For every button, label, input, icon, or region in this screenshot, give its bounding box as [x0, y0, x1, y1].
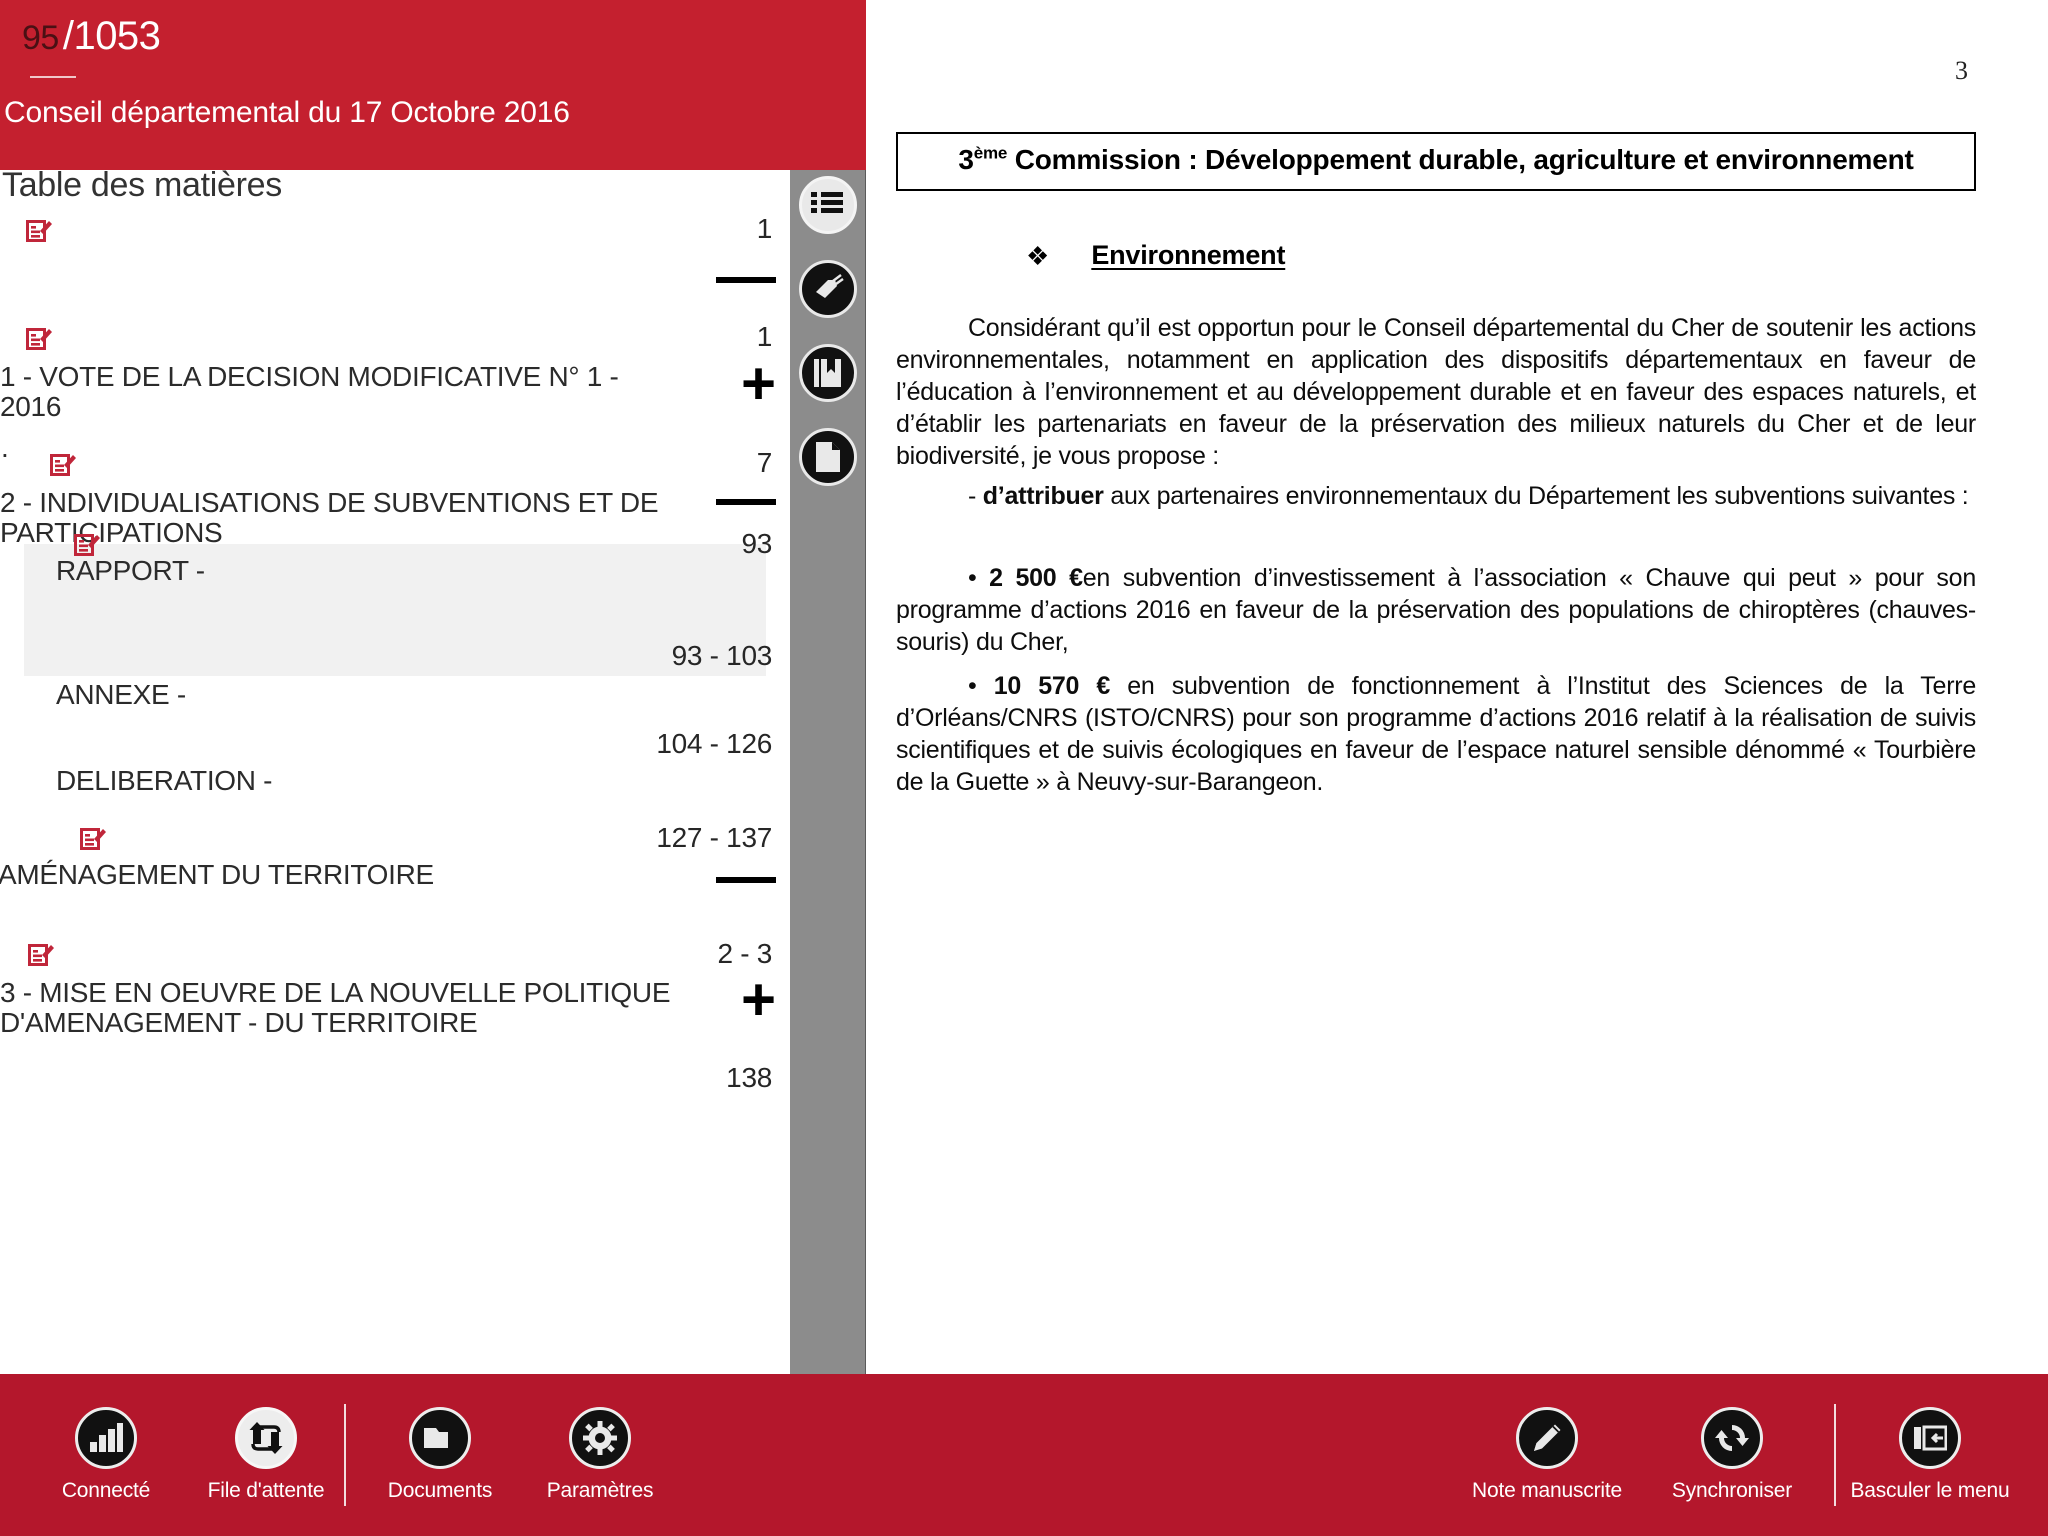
document-viewer[interactable]: 3 3ème Commission : Développement durabl… [866, 0, 2048, 1374]
table-of-contents-icon [811, 191, 845, 219]
toc-entry-label: RAPPORT - [56, 555, 205, 586]
toc-heading: Table des matières [2, 170, 282, 204]
toc-page-range: 1 [756, 321, 773, 352]
page-counter: 95 /1053 [22, 14, 161, 59]
bottom-button-label: Paramètres [546, 1479, 654, 1502]
rail-button-contents[interactable] [799, 176, 857, 234]
panel-header: 95 /1053 Conseil départemental du 17 Oct… [0, 0, 866, 170]
toc-page-range: 104 - 126 [656, 728, 772, 759]
toc-page-range: 93 - 103 [671, 640, 773, 671]
paragraph-4-bold: 10 570 € [993, 672, 1111, 700]
table-row[interactable]: 7 2 - INDIVIDUALISATIONS DE SUBVENTIONS … [0, 446, 790, 548]
bottom-button-note-manuscrite[interactable]: Note manuscrite [1452, 1374, 1642, 1536]
rail-button-bookmarks[interactable] [799, 344, 857, 402]
table-row[interactable]: 104 - 126 DELIBERATION - [0, 708, 790, 818]
rail-button-tags[interactable] [799, 260, 857, 318]
bottom-button-synchroniser[interactable]: Synchroniser [1642, 1374, 1822, 1536]
paragraph-4-bullet: • [968, 672, 994, 700]
toolbar-rail [790, 170, 866, 1374]
toc-expand-toggle[interactable]: + [741, 970, 776, 1030]
bottom-button-parametres[interactable]: Paramètres [520, 1374, 680, 1536]
pencil-icon [1516, 1407, 1578, 1469]
document-edit-icon [80, 826, 106, 852]
document-title: 3ème Commission : Développement durable,… [912, 142, 1960, 177]
toc-entry-label: AMÉNAGEMENT DU TERRITOIRE [0, 859, 434, 890]
bottom-button-basculer-menu[interactable]: Basculer le menu [1830, 1374, 2030, 1536]
toc-entry-label: DELIBERATION - [56, 765, 273, 796]
toc-page-range: 93 [741, 528, 772, 559]
page-icon [814, 441, 842, 473]
document-paragraph-1: Considérant qu’il est opportun pour le C… [896, 312, 1976, 472]
toc-expand-toggle[interactable]: + [741, 354, 776, 414]
bottom-button-file-attente[interactable]: File d'attente [186, 1374, 346, 1536]
document-page-number: 3 [1955, 56, 1968, 85]
table-row[interactable]: 127 - 137 AMÉNAGEMENT DU TERRITOIRE — [0, 808, 790, 942]
document-edit-icon [50, 452, 76, 478]
toc-list[interactable]: Table des matières . 1 — 1 1 - VOTE DE L… [0, 170, 790, 1374]
signal-bars-icon [75, 1407, 137, 1469]
bottom-group-menu: Basculer le menu [1830, 1374, 2030, 1536]
header-title: Conseil départemental du 17 Octobre 2016 [4, 96, 570, 129]
toc-entry-label: 3 - MISE EN OEUVRE DE LA NOUVELLE POLITI… [0, 977, 671, 1039]
table-row[interactable]: 1 1 - VOTE DE LA DECISION MODIFICATIVE N… [0, 318, 790, 446]
toc-collapse-toggle[interactable]: — [716, 846, 776, 906]
document-title-prefix: 3 [958, 144, 974, 175]
document-edit-icon [26, 326, 52, 352]
bottom-group-navigation: Documents Paramètres [360, 1374, 680, 1536]
section-title: Environnement [1091, 240, 1286, 270]
toc-page-range: 1 [756, 213, 773, 244]
paragraph-2-lead: - [968, 482, 983, 510]
paragraph-3-bold: 2 500 € [989, 564, 1083, 592]
bottom-button-connecte[interactable]: Connecté [26, 1374, 186, 1536]
table-row[interactable]: 1 — [0, 210, 790, 330]
table-row[interactable]: 138 [0, 1062, 790, 1122]
toc-panel: 95 /1053 Conseil départemental du 17 Oct… [0, 0, 866, 1374]
document-section-heading: ❖ Environnement [1026, 240, 1285, 271]
total-pages-number: /1053 [62, 14, 161, 58]
bottom-button-label: Basculer le menu [1850, 1479, 2010, 1502]
toc-collapse-toggle[interactable]: — [716, 246, 776, 306]
toolbar-divider [344, 1404, 346, 1506]
document-paragraph-2: - d’attribuer aux partenaires environnem… [896, 480, 1976, 512]
document-paragraph-4: • 10 570 € en subvention de fonctionneme… [896, 670, 1976, 798]
bottom-button-label: Synchroniser [1671, 1479, 1793, 1502]
app-root: 95 /1053 Conseil départemental du 17 Oct… [0, 0, 2048, 1536]
table-row[interactable]: 93 - 103 ANNEXE - [0, 610, 790, 710]
document-paragraph-3: • 2 500 €en subvention d’investissement … [896, 562, 1976, 658]
bottom-group-actions: Note manuscrite Synchroniser [1452, 1374, 1822, 1536]
document-edit-icon [28, 942, 54, 968]
toc-page-range: 138 [726, 1062, 772, 1093]
toc-entry-label: ANNEXE - [56, 679, 186, 710]
paragraph-2-bold: d’attribuer [982, 482, 1104, 510]
gear-icon [569, 1407, 631, 1469]
header-divider [30, 76, 76, 78]
bottom-button-label: File d'attente [207, 1479, 325, 1502]
rail-button-page[interactable] [799, 428, 857, 486]
bookmark-icon [813, 357, 843, 389]
table-row[interactable]: 2 - 3 3 - MISE EN OEUVRE DE LA NOUVELLE … [0, 926, 790, 1062]
paragraph-2-rest: aux partenaires environnementaux du Dépa… [1103, 482, 1969, 510]
refresh-icon [1701, 1407, 1763, 1469]
toc-entry-label: 2 - INDIVIDUALISATIONS DE SUBVENTIONS ET… [0, 487, 659, 549]
sync-queue-icon [235, 1407, 297, 1469]
document-title-rest: Commission : Développement durable, agri… [1007, 144, 1914, 175]
bottom-group-status: Connecté File d'attente [26, 1374, 346, 1536]
tag-icon [811, 272, 845, 306]
bottom-button-label: Documents [387, 1479, 493, 1502]
document-title-superscript: ème [973, 143, 1008, 163]
bottom-toolbar: Connecté File d'attente Documents Paramè… [0, 1374, 2048, 1536]
paragraph-1-text: Considérant qu’il est opportun pour le C… [896, 314, 1976, 470]
document-edit-icon [26, 218, 52, 244]
bottom-button-documents[interactable]: Documents [360, 1374, 520, 1536]
toc-collapse-toggle[interactable]: — [716, 468, 776, 528]
folder-icon [409, 1407, 471, 1469]
bottom-button-label: Note manuscrite [1472, 1479, 1622, 1502]
toggle-panel-icon [1899, 1407, 1961, 1469]
paragraph-3-bullet: • [968, 564, 990, 592]
diamond-bullet-icon: ❖ [1026, 240, 1050, 271]
current-page-number: 95 [22, 19, 59, 57]
toc-entry-label: 1 - VOTE DE LA DECISION MODIFICATIVE N° … [0, 361, 619, 423]
bottom-button-label: Connecté [61, 1479, 151, 1502]
document-title-box: 3ème Commission : Développement durable,… [896, 132, 1976, 191]
